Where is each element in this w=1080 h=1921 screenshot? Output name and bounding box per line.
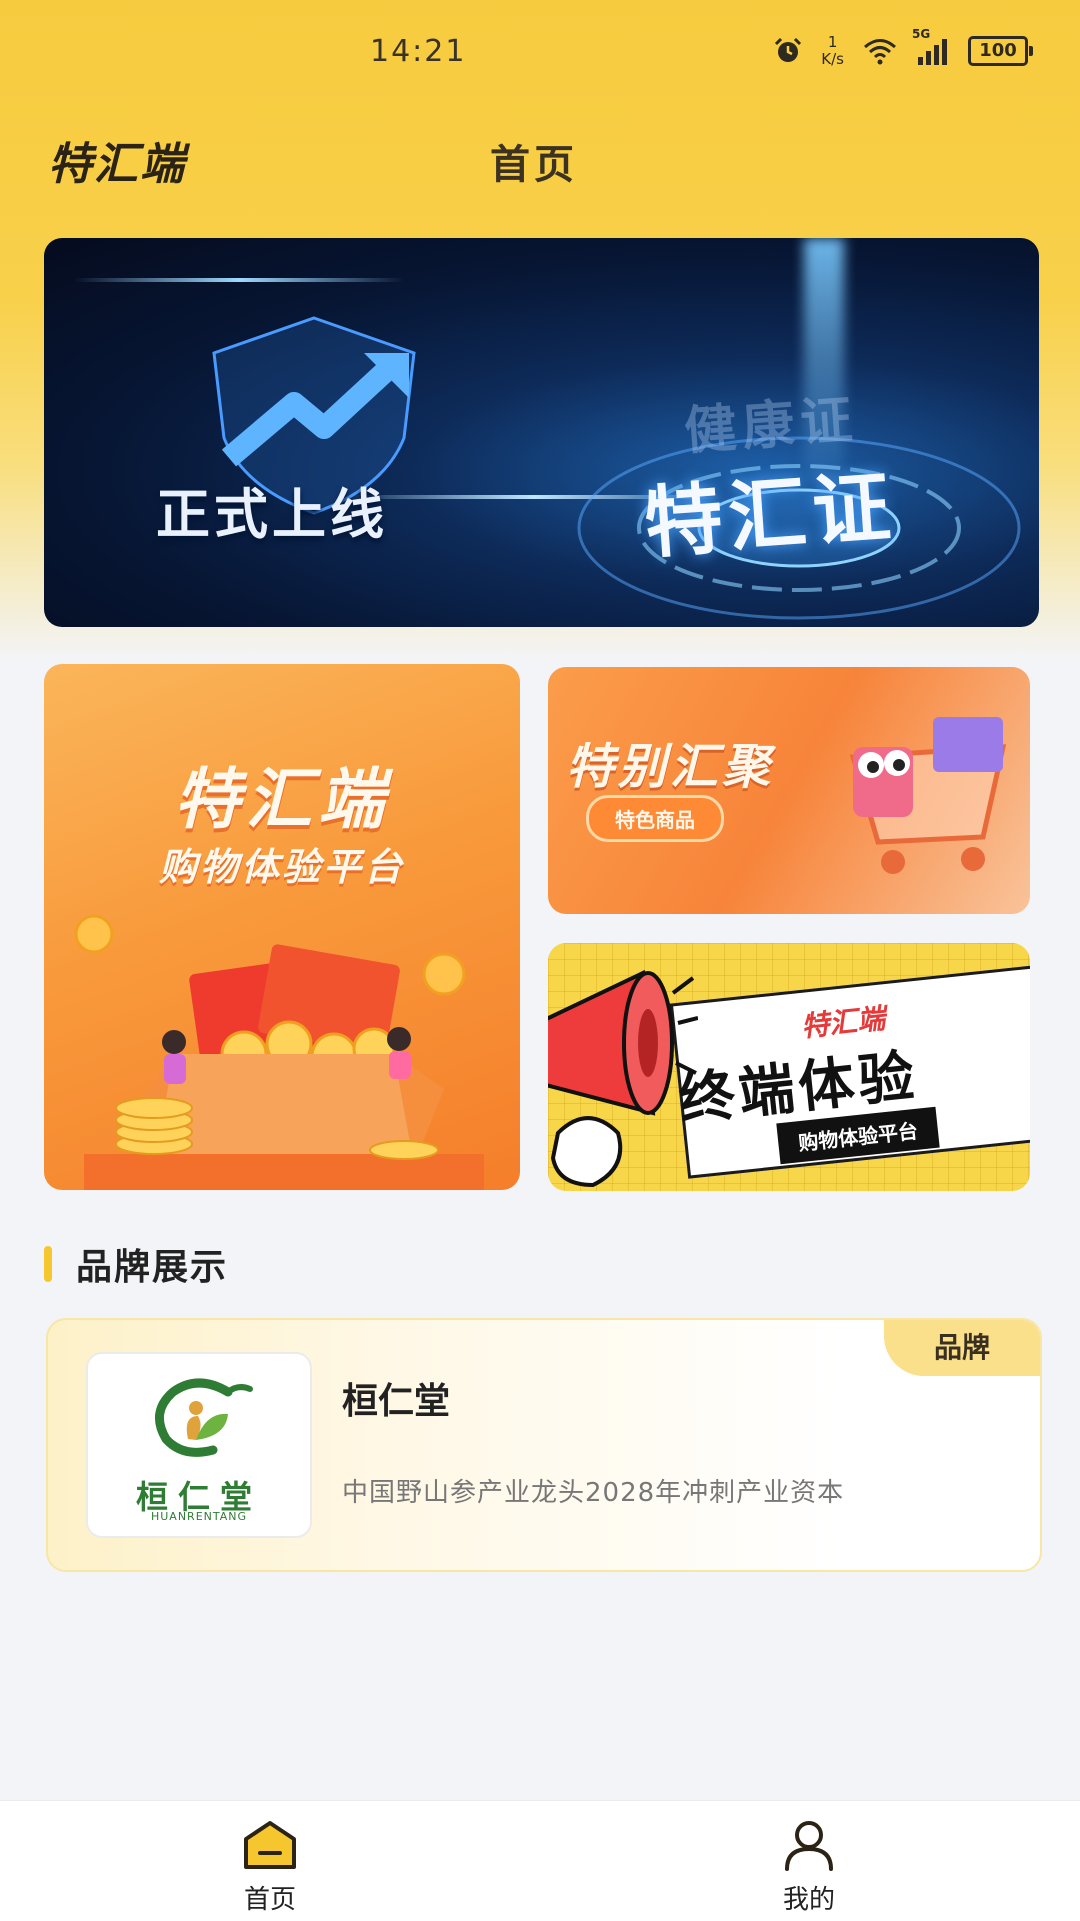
main-banner[interactable]: 正式上线 健康证 特汇证: [44, 238, 1039, 627]
tab-mine-label: 我的: [782, 1885, 835, 1915]
brand-section-header: 品牌展示: [44, 1238, 228, 1290]
tab-home-label: 首页: [243, 1885, 296, 1915]
section-accent-bar: [44, 1246, 52, 1282]
brand-description: 中国野山参产业龙头2028年冲刺产业资本: [342, 1478, 845, 1508]
brand-logo: 桓仁堂 HUANRENTANG: [86, 1352, 312, 1538]
wifi-icon: [862, 37, 898, 65]
tab-home[interactable]: 首页: [190, 1819, 350, 1916]
banner-light-streak: [74, 278, 404, 282]
brand-section-title: 品牌展示: [76, 1247, 229, 1288]
promo-special-title: 特别汇聚: [566, 739, 775, 795]
promo-card-special-gathering[interactable]: 特别汇聚 特色商品: [548, 667, 1030, 914]
network-speed: 1 K/s: [821, 34, 844, 68]
promo-big-title: 特汇端: [174, 761, 390, 838]
brand-card[interactable]: 品牌 桓仁堂 HUANRENTANG 桓仁堂 中国野山参产业龙头2028年冲刺产…: [46, 1318, 1042, 1572]
tab-mine[interactable]: 我的: [729, 1819, 889, 1916]
brand-logo-subtitle: HUANRENTANG: [150, 1510, 248, 1523]
status-time: 14:21: [370, 34, 467, 69]
banner-launch-text: 正式上线: [156, 483, 388, 546]
promo-card-terminal-experience[interactable]: 特汇端 终端体验 购物体验平台: [548, 943, 1030, 1191]
home-icon: [244, 1821, 296, 1869]
brand-tag: 品牌: [884, 1320, 1040, 1376]
banner-main-text: 特汇证: [641, 462, 900, 570]
signal-5g-icon: 5G: [912, 27, 950, 65]
status-icons: 1 K/s 5G 100: [773, 27, 1033, 68]
ginseng-leaf-logo-icon: [154, 1378, 253, 1457]
promo-card-shopping-platform[interactable]: 特汇端 购物体验平台: [44, 664, 520, 1190]
bottom-tab-bar: 首页 我的: [0, 1800, 1080, 1921]
promo-special-badge: 特色商品: [586, 795, 724, 842]
battery-icon: 100: [968, 36, 1033, 66]
shopping-cart-illustration: [849, 717, 1007, 874]
status-bar: 14:21 1 K/s 5G 100: [0, 0, 1080, 105]
network-type-label: 5G: [912, 27, 931, 41]
alarm-icon: [773, 37, 803, 65]
page-title: 首页: [490, 142, 578, 188]
network-speed-value: 1: [827, 33, 838, 51]
brand-name: 桓仁堂: [342, 1381, 451, 1422]
user-icon: [785, 1821, 833, 1871]
promo-big-subtitle: 购物体验平台: [158, 845, 405, 889]
app-logo: 特汇端: [48, 139, 186, 190]
red-envelope-gift-box-illustration: [74, 914, 484, 1190]
network-speed-unit: K/s: [821, 50, 844, 68]
